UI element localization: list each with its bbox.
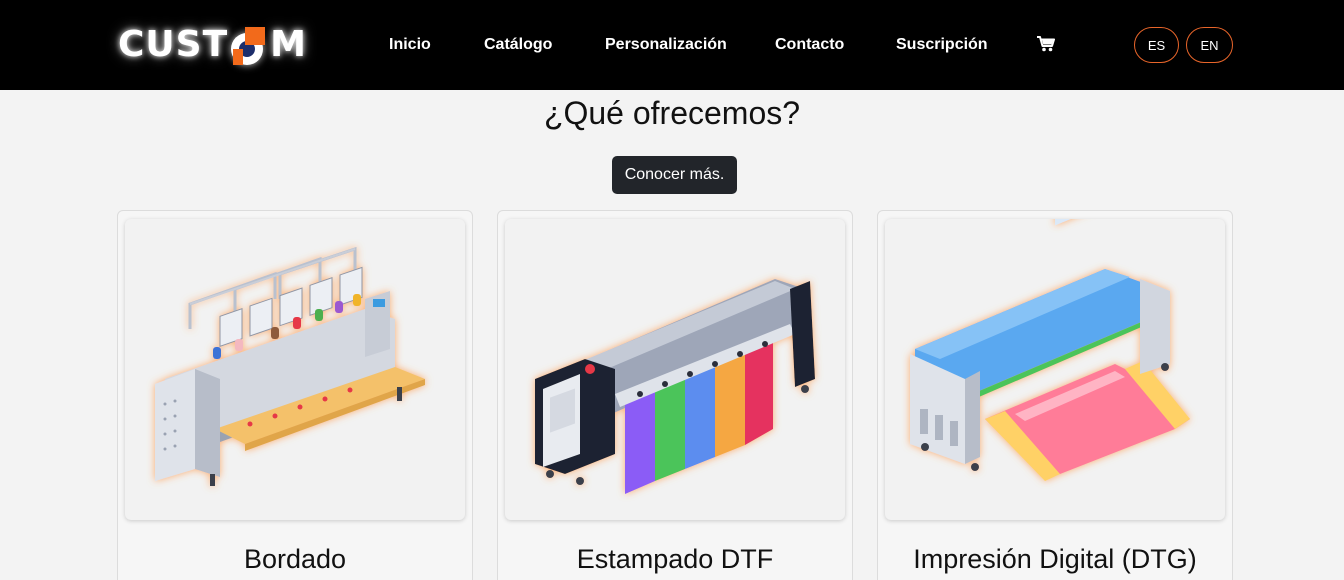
nav-link-contacto[interactable]: Contacto	[775, 35, 844, 55]
nav-link-catalogo[interactable]: Catálogo	[484, 35, 552, 55]
embroidery-machine-illustration	[125, 219, 465, 520]
service-title-impresion-digital: Impresión Digital (DTG)	[913, 544, 1197, 574]
brand-logo[interactable]: CUST M	[118, 22, 307, 68]
logo-text-left: CUST	[118, 24, 229, 65]
service-card-bordado[interactable]: Bordado	[117, 210, 473, 580]
navbar: CUST M Inicio Catálogo Personalización C…	[0, 0, 1344, 90]
service-title-estampado-dtf: Estampado DTF	[576, 544, 774, 574]
service-card-estampado-dtf[interactable]: Estampado DTF	[497, 210, 853, 580]
nav-link-suscripcion[interactable]: Suscripción	[896, 35, 988, 55]
dtf-printer-illustration	[505, 219, 845, 520]
logo-o-mark	[229, 27, 269, 67]
learn-more-button[interactable]: Conocer más.	[612, 156, 737, 194]
language-button-en[interactable]: EN	[1186, 27, 1233, 63]
dtg-printer-illustration	[885, 219, 1225, 520]
nav-link-inicio[interactable]: Inicio	[389, 35, 431, 55]
service-card-impresion-digital[interactable]: Impresión Digital (DTG)	[877, 210, 1233, 580]
language-button-es[interactable]: ES	[1134, 27, 1179, 63]
nav-link-personalizacion[interactable]: Personalización	[605, 35, 727, 55]
shopping-cart-icon[interactable]	[1037, 36, 1055, 52]
logo-text-right: M	[270, 24, 307, 65]
service-title-bordado: Bordado	[243, 544, 347, 574]
section-title: ¿Qué ofrecemos?	[543, 95, 801, 131]
